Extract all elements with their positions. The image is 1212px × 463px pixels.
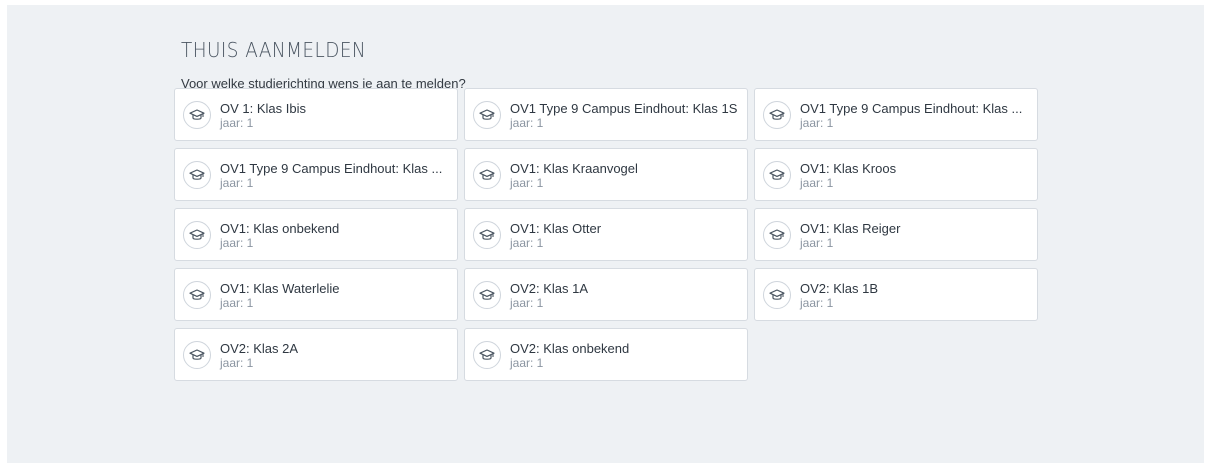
option-year: jaar: 1 [220,176,254,190]
option-year: jaar: 1 [510,236,544,250]
graduation-cap-icon [183,221,211,249]
graduation-cap-icon [763,281,791,309]
graduation-cap-icon [473,341,501,369]
graduation-cap-icon [183,281,211,309]
option-name: OV1 Type 9 Campus Eindhout: Klas ... [800,101,1023,116]
study-option-card[interactable]: OV2: Klas 2A jaar: 1 [174,328,458,381]
study-option-card[interactable]: OV1: Klas Reiger jaar: 1 [754,208,1038,261]
study-options-grid: OV 1: Klas Ibis jaar: 1 OV1 Type 9 Campu… [174,88,1038,381]
graduation-cap-icon [183,341,211,369]
study-option-card[interactable]: OV1 Type 9 Campus Eindhout: Klas ... jaa… [754,88,1038,141]
option-name: OV2: Klas 1B [800,281,879,296]
option-name: OV2: Klas 2A [220,341,299,356]
graduation-cap-icon [183,161,211,189]
option-year: jaar: 1 [800,116,834,130]
option-year: jaar: 1 [510,176,544,190]
graduation-cap-icon [473,281,501,309]
graduation-cap-icon [473,101,501,129]
study-option-card[interactable]: OV1 Type 9 Campus Eindhout: Klas 1S jaar… [464,88,748,141]
option-name: OV1: Klas Reiger [800,221,901,236]
option-year: jaar: 1 [510,356,544,370]
study-option-card[interactable]: OV1: Klas Kroos jaar: 1 [754,148,1038,201]
option-name: OV2: Klas 1A [510,281,589,296]
graduation-cap-icon [473,161,501,189]
option-year: jaar: 1 [220,296,254,310]
study-option-card[interactable]: OV1: Klas Waterlelie jaar: 1 [174,268,458,321]
study-option-card[interactable]: OV1: Klas Kraanvogel jaar: 1 [464,148,748,201]
option-name: OV2: Klas onbekend [510,341,630,356]
option-name: OV1: Klas Kroos [800,161,897,176]
option-year: jaar: 1 [800,176,834,190]
option-name: OV 1: Klas Ibis [220,101,306,116]
study-option-card[interactable]: OV 1: Klas Ibis jaar: 1 [174,88,458,141]
option-year: jaar: 1 [800,296,834,310]
option-name: OV1: Klas Kraanvogel [510,161,638,176]
study-option-card[interactable]: OV1: Klas Otter jaar: 1 [464,208,748,261]
study-option-card[interactable]: OV2: Klas onbekend jaar: 1 [464,328,748,381]
page-title: THUIS AANMELDEN [181,38,367,62]
study-option-card[interactable]: OV2: Klas 1A jaar: 1 [464,268,748,321]
graduation-cap-icon [763,161,791,189]
option-name: OV1: Klas onbekend [220,221,340,236]
study-option-card[interactable]: OV1 Type 9 Campus Eindhout: Klas ... jaa… [174,148,458,201]
graduation-cap-icon [763,221,791,249]
study-option-card[interactable]: OV1: Klas onbekend jaar: 1 [174,208,458,261]
option-name: OV1 Type 9 Campus Eindhout: Klas 1S [510,101,738,116]
option-year: jaar: 1 [800,236,834,250]
graduation-cap-icon [473,221,501,249]
option-name: OV1 Type 9 Campus Eindhout: Klas ... [220,161,443,176]
option-year: jaar: 1 [510,296,544,310]
graduation-cap-icon [183,101,211,129]
option-year: jaar: 1 [220,116,254,130]
option-name: OV1: Klas Otter [510,221,602,236]
study-option-card[interactable]: OV2: Klas 1B jaar: 1 [754,268,1038,321]
graduation-cap-icon [763,101,791,129]
option-year: jaar: 1 [220,356,254,370]
option-year: jaar: 1 [510,116,544,130]
option-name: OV1: Klas Waterlelie [220,281,340,296]
option-year: jaar: 1 [220,236,254,250]
